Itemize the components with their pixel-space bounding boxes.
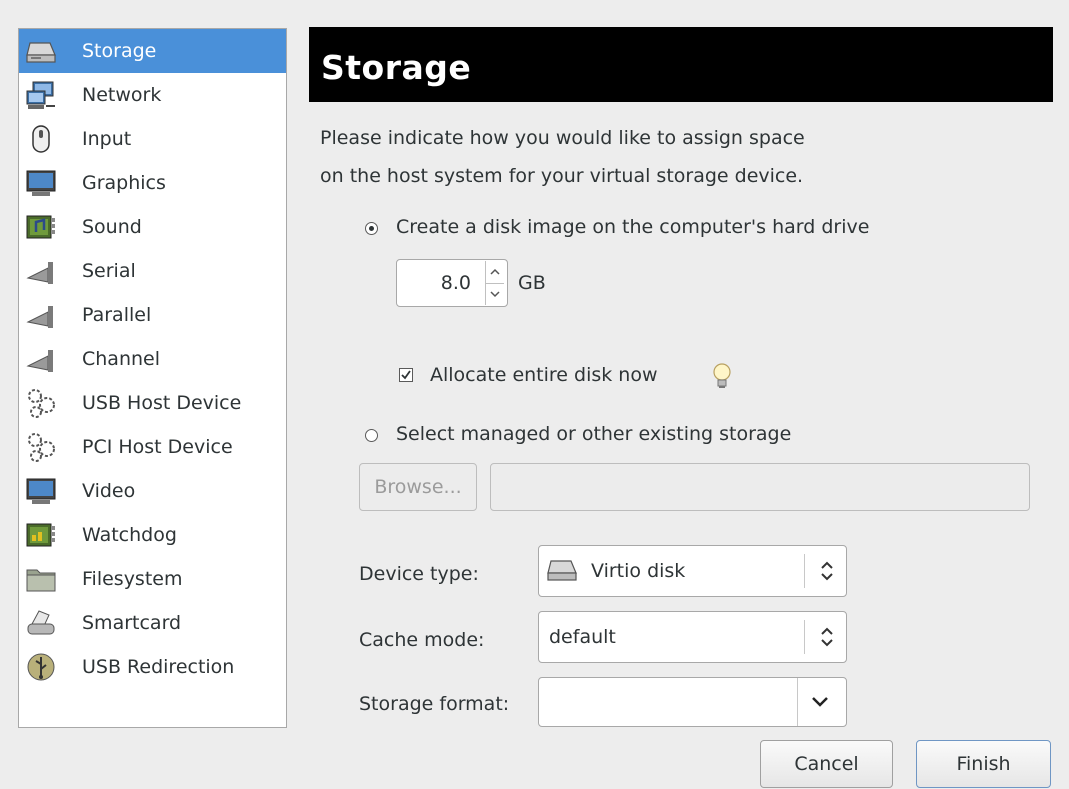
select-existing-label[interactable]: Select managed or other existing storage <box>396 423 791 445</box>
chevron-down-icon[interactable] <box>809 690 831 714</box>
channel-plug-icon <box>24 342 58 376</box>
sidebar-item-filesystem[interactable]: Filesystem <box>19 557 286 601</box>
storage-path-input[interactable] <box>490 463 1030 511</box>
sidebar-item-graphics[interactable]: Graphics <box>19 161 286 205</box>
sidebar-item-label: PCI Host Device <box>82 436 233 458</box>
folder-icon <box>24 562 58 596</box>
description-line-1: Please indicate how you would like to as… <box>320 127 805 149</box>
gears-icon <box>24 386 58 420</box>
disk-size-unit: GB <box>518 272 546 294</box>
sidebar-item-label: Video <box>82 480 136 502</box>
browse-button[interactable]: Browse... <box>359 463 477 511</box>
monitor-icon <box>24 166 58 200</box>
disk-size-spinbox[interactable]: 8.0 <box>396 259 508 307</box>
up-down-arrows-icon[interactable] <box>816 559 838 583</box>
cancel-button[interactable]: Cancel <box>760 740 893 788</box>
hardware-list[interactable]: Storage Network Input Graphics Sound Ser… <box>18 28 287 728</box>
cache-mode-label: Cache mode: <box>359 629 485 651</box>
sidebar-item-label: Channel <box>82 348 161 370</box>
up-down-arrows-icon[interactable] <box>816 625 838 649</box>
allocate-disk-checkbox[interactable] <box>399 368 413 382</box>
usb-icon <box>24 650 58 684</box>
sidebar-item-label: Graphics <box>82 172 166 194</box>
parallel-plug-icon <box>24 298 58 332</box>
storage-format-label: Storage format: <box>359 693 510 715</box>
sidebar-item-channel[interactable]: Channel <box>19 337 286 381</box>
sidebar-item-input[interactable]: Input <box>19 117 286 161</box>
create-disk-label[interactable]: Create a disk image on the computer's ha… <box>396 216 869 238</box>
storage-format-combo[interactable] <box>538 677 847 727</box>
sidebar-item-label: USB Redirection <box>82 656 235 678</box>
sidebar-item-video[interactable]: Video <box>19 469 286 513</box>
hard-disk-icon <box>24 34 58 68</box>
sidebar-item-pci-host-device[interactable]: PCI Host Device <box>19 425 286 469</box>
sidebar-item-label: Sound <box>82 216 142 238</box>
sidebar-item-label: Smartcard <box>82 612 182 634</box>
finish-button[interactable]: Finish <box>916 740 1051 788</box>
device-type-value: Virtio disk <box>591 560 686 582</box>
lightbulb-icon <box>710 361 734 391</box>
sidebar-item-usb-redirection[interactable]: USB Redirection <box>19 645 286 689</box>
sidebar-item-label: Storage <box>82 40 157 62</box>
serial-plug-icon <box>24 254 58 288</box>
combo-separator <box>804 620 805 654</box>
chevron-down-icon[interactable] <box>485 283 504 305</box>
sidebar-item-network[interactable]: Network <box>19 73 286 117</box>
sidebar-item-serial[interactable]: Serial <box>19 249 286 293</box>
sidebar-item-usb-host-device[interactable]: USB Host Device <box>19 381 286 425</box>
monitor-icon <box>24 474 58 508</box>
sidebar-item-label: Watchdog <box>82 524 177 546</box>
combo-separator <box>804 554 805 588</box>
sidebar-item-label: USB Host Device <box>82 392 242 414</box>
page-title: Storage <box>321 48 472 87</box>
create-disk-radio[interactable] <box>365 222 378 235</box>
cache-mode-value: default <box>549 626 616 648</box>
network-icon <box>24 78 58 112</box>
sidebar-item-parallel[interactable]: Parallel <box>19 293 286 337</box>
sidebar-item-label: Filesystem <box>82 568 183 590</box>
mouse-icon <box>24 122 58 156</box>
sidebar-item-smartcard[interactable]: Smartcard <box>19 601 286 645</box>
smartcard-reader-icon <box>24 606 58 640</box>
device-type-label: Device type: <box>359 563 479 585</box>
hard-disk-icon <box>545 558 579 584</box>
description-line-2: on the host system for your virtual stor… <box>320 165 804 187</box>
watchdog-card-icon <box>24 518 58 552</box>
sidebar-item-watchdog[interactable]: Watchdog <box>19 513 286 557</box>
sidebar-item-label: Input <box>82 128 132 150</box>
sidebar-item-label: Parallel <box>82 304 152 326</box>
gears-icon <box>24 430 58 464</box>
select-existing-radio[interactable] <box>365 429 378 442</box>
chevron-up-icon[interactable] <box>485 261 504 284</box>
sound-card-icon <box>24 210 58 244</box>
sidebar-item-label: Network <box>82 84 162 106</box>
page-header: Storage <box>309 27 1053 102</box>
sidebar-item-storage[interactable]: Storage <box>19 29 286 73</box>
device-type-combo[interactable]: Virtio disk <box>538 545 847 597</box>
cache-mode-combo[interactable]: default <box>538 611 847 663</box>
allocate-disk-label[interactable]: Allocate entire disk now <box>430 364 658 386</box>
sidebar-item-sound[interactable]: Sound <box>19 205 286 249</box>
disk-size-value[interactable]: 8.0 <box>441 260 471 306</box>
sidebar-item-label: Serial <box>82 260 136 282</box>
combo-separator <box>797 678 798 726</box>
